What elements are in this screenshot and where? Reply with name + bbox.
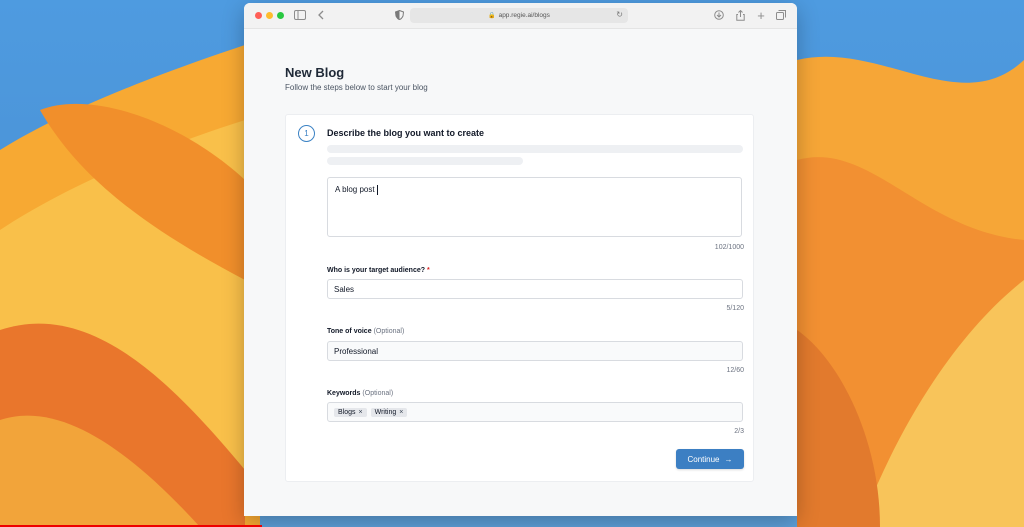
blog-description-value: A blog post (335, 185, 375, 195)
tone-label: Tone of voice (Optional) (327, 328, 404, 335)
tab-overview-icon[interactable] (774, 8, 788, 22)
url-text: app.regie.ai/blogs (498, 12, 550, 19)
tone-of-voice-input[interactable]: Professional (327, 341, 743, 361)
description-char-counter: 102/1000 (714, 244, 744, 251)
blog-description-textarea[interactable]: A blog post (327, 177, 742, 237)
download-icon[interactable] (712, 8, 726, 22)
keyword-chip-label: Writing (374, 408, 397, 416)
optional-tag: (Optional) (362, 390, 394, 397)
keywords-counter: 2/3 (734, 428, 744, 435)
required-mark: * (426, 267, 430, 274)
lock-icon: 🔒 (488, 13, 496, 19)
address-bar[interactable]: 🔒 app.regie.ai/blogs ↻ (410, 8, 628, 23)
zoom-window-button[interactable] (277, 12, 284, 19)
chevron-left-icon[interactable] (314, 8, 328, 22)
remove-keyword-icon[interactable]: × (359, 409, 363, 416)
keywords-label-text: Keywords (327, 390, 361, 397)
target-audience-value: Sales (334, 284, 355, 294)
page-subtitle: Follow the steps below to start your blo… (285, 83, 428, 92)
step-card: 1 Describe the blog you want to create A… (285, 114, 754, 482)
text-caret (376, 185, 378, 195)
keyword-chip: Writing × (370, 407, 408, 417)
continue-label: Continue (687, 454, 720, 464)
optional-tag: (Optional) (373, 328, 405, 335)
close-window-button[interactable] (255, 12, 262, 19)
step-title: Describe the blog you want to create (327, 128, 485, 138)
loading-placeholder-line (327, 145, 743, 153)
page-title: New Blog (285, 65, 345, 80)
page-content: New Blog Follow the steps below to start… (244, 29, 797, 516)
keywords-label: Keywords (Optional) (327, 390, 393, 397)
minimize-window-button[interactable] (266, 12, 273, 19)
sidebar-toggle-icon[interactable] (293, 8, 307, 22)
plus-icon[interactable]: + (754, 8, 768, 23)
browser-window: 🔒 app.regie.ai/blogs ↻ + New Blog Follow… (244, 3, 797, 516)
audience-label: Who is your target audience? * (327, 267, 430, 274)
shield-icon[interactable] (392, 8, 406, 22)
browser-toolbar: 🔒 app.regie.ai/blogs ↻ + (244, 3, 797, 29)
target-audience-input[interactable]: Sales (327, 279, 743, 299)
tone-label-text: Tone of voice (327, 328, 372, 335)
loading-placeholder-line (327, 157, 523, 165)
reload-icon[interactable]: ↻ (616, 10, 623, 19)
remove-keyword-icon[interactable]: × (399, 409, 403, 416)
tone-of-voice-value: Professional (334, 346, 379, 356)
tone-char-counter: 12/60 (726, 367, 744, 374)
continue-button[interactable]: Continue → (676, 449, 744, 469)
keyword-chip-label: Blogs (338, 408, 356, 416)
step-number-badge: 1 (298, 125, 315, 142)
share-icon[interactable] (733, 8, 747, 22)
audience-label-text: Who is your target audience? (327, 267, 426, 274)
audience-char-counter: 5/120 (726, 305, 744, 312)
keywords-input[interactable]: Blogs × Writing × (327, 402, 743, 422)
keyword-chip: Blogs × (334, 407, 367, 417)
arrow-right-icon: → (724, 454, 733, 464)
